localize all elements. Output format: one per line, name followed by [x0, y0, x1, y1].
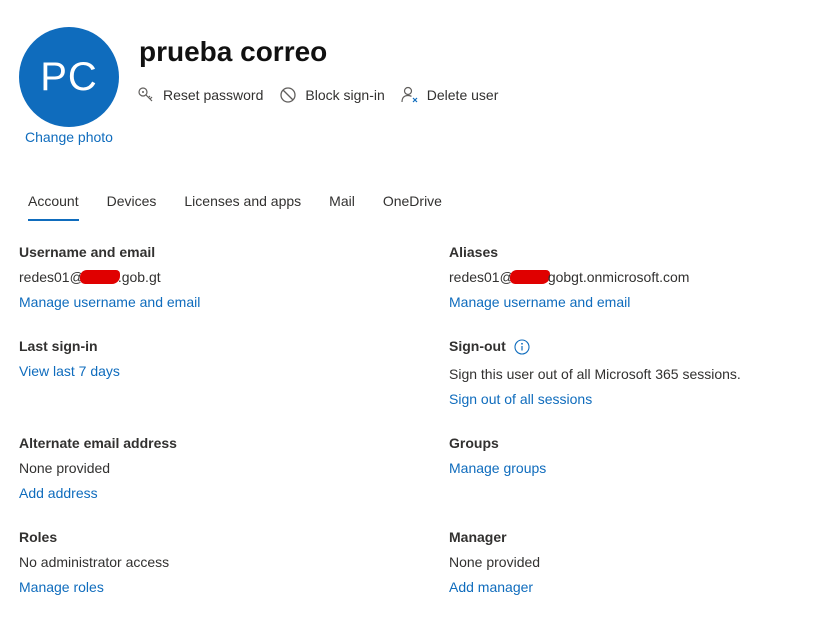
aliases-suffix: gobgt.onmicrosoft.com	[547, 269, 690, 285]
manage-aliases-link[interactable]: Manage username and email	[449, 290, 689, 315]
tab-onedrive[interactable]: OneDrive	[374, 190, 451, 221]
block-icon	[280, 87, 297, 103]
view-last-7-days-link[interactable]: View last 7 days	[19, 359, 120, 384]
redaction-mark	[509, 270, 550, 284]
aliases-heading: Aliases	[449, 244, 499, 260]
action-bar: Reset password Block sign-in Delete user	[137, 86, 514, 104]
tab-account[interactable]: Account	[19, 190, 88, 221]
username-value: redes01@ .gob.gt	[19, 265, 200, 290]
add-address-link[interactable]: Add address	[19, 481, 177, 506]
last-signin-section: Last sign-in View last 7 days	[19, 334, 120, 384]
manage-groups-link[interactable]: Manage groups	[449, 456, 546, 481]
manage-roles-link[interactable]: Manage roles	[19, 575, 169, 600]
groups-heading: Groups	[449, 435, 499, 451]
tab-licenses-and-apps[interactable]: Licenses and apps	[175, 190, 310, 221]
add-manager-link[interactable]: Add manager	[449, 575, 540, 600]
signout-heading: Sign-out	[449, 338, 506, 354]
tab-mail[interactable]: Mail	[320, 190, 364, 221]
change-photo-link[interactable]: Change photo	[25, 129, 113, 145]
block-signin-label: Block sign-in	[305, 87, 385, 103]
manager-heading: Manager	[449, 529, 507, 545]
alt-email-value: None provided	[19, 460, 111, 476]
roles-value: No administrator access	[19, 554, 170, 570]
delete-user-label: Delete user	[426, 87, 499, 103]
manager-section: Manager None provided Add manager	[449, 525, 540, 600]
aliases-prefix: redes01@	[449, 269, 514, 285]
delete-user-icon	[401, 86, 418, 103]
manage-username-link[interactable]: Manage username and email	[19, 290, 200, 315]
key-icon	[138, 87, 153, 102]
reset-password-button[interactable]: Reset password	[137, 86, 263, 104]
tab-bar: Account Devices Licenses and apps Mail O…	[19, 190, 461, 221]
username-heading: Username and email	[19, 244, 156, 260]
user-display-name: prueba correo	[139, 36, 328, 67]
manager-value: None provided	[449, 554, 541, 570]
alt-email-section: Alternate email address None provided Ad…	[19, 431, 177, 506]
alt-email-heading: Alternate email address	[19, 435, 177, 451]
sign-out-all-sessions-link[interactable]: Sign out of all sessions	[449, 387, 741, 412]
roles-heading: Roles	[19, 529, 58, 545]
username-suffix: .gob.gt	[117, 269, 161, 285]
reset-password-label: Reset password	[163, 87, 264, 103]
username-prefix: redes01@	[19, 269, 84, 285]
groups-section: Groups Manage groups	[449, 431, 546, 481]
signout-section: Sign-out Sign this user out of all Micro…	[449, 334, 741, 412]
block-signin-button[interactable]: Block sign-in	[279, 86, 385, 104]
tab-devices[interactable]: Devices	[98, 190, 166, 221]
delete-user-button[interactable]: Delete user	[401, 86, 499, 104]
last-signin-heading: Last sign-in	[19, 338, 98, 354]
username-section: Username and email redes01@ .gob.gt Manag…	[19, 240, 200, 315]
signout-description: Sign this user out of all Microsoft 365 …	[449, 366, 741, 382]
redaction-mark	[79, 270, 120, 284]
info-icon[interactable]	[514, 338, 530, 355]
aliases-section: Aliases redes01@ gobgt.onmicrosoft.com Ma…	[449, 240, 689, 315]
signout-heading-row: Sign-out	[449, 334, 741, 359]
avatar-initials: PC	[40, 54, 98, 99]
roles-section: Roles No administrator access Manage rol…	[19, 525, 169, 600]
avatar: PC	[19, 27, 119, 127]
aliases-value: redes01@ gobgt.onmicrosoft.com	[449, 265, 689, 290]
